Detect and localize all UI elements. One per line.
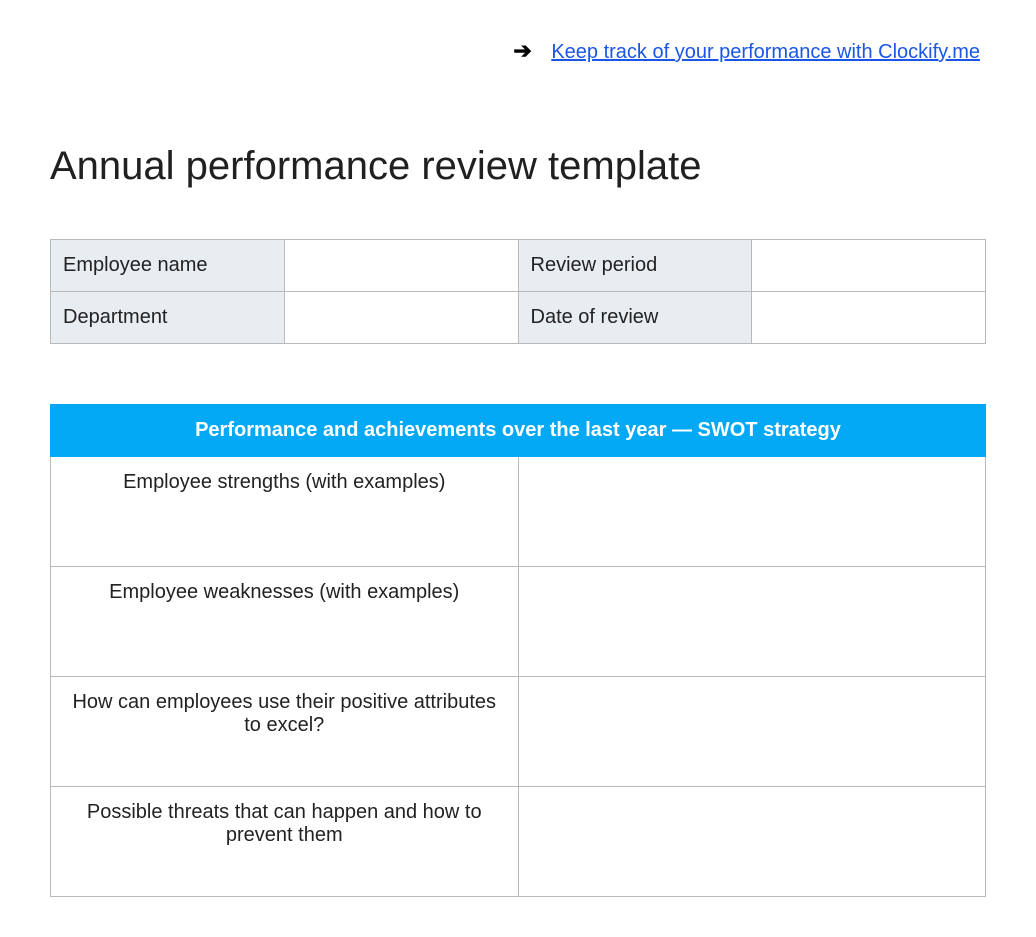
table-row: Department Date of review: [51, 292, 986, 344]
employee-name-value[interactable]: [284, 240, 518, 292]
table-row: Possible threats that can happen and how…: [51, 787, 986, 897]
page-title: Annual performance review template: [50, 144, 986, 189]
table-row: Employee name Review period: [51, 240, 986, 292]
header-link-row: ➔ Keep track of your performance with Cl…: [50, 38, 986, 64]
department-label: Department: [51, 292, 285, 344]
table-row: Employee strengths (with examples): [51, 457, 986, 567]
swot-opportunities-answer[interactable]: [518, 677, 986, 787]
document-page: ➔ Keep track of your performance with Cl…: [0, 0, 1036, 937]
swot-opportunities-prompt: How can employees use their positive att…: [51, 677, 519, 787]
employee-info-table: Employee name Review period Department D…: [50, 239, 986, 344]
review-period-value[interactable]: [752, 240, 986, 292]
arrow-right-icon: ➔: [513, 38, 531, 63]
swot-strengths-answer[interactable]: [518, 457, 986, 567]
swot-weaknesses-prompt: Employee weaknesses (with examples): [51, 567, 519, 677]
swot-table: Performance and achievements over the la…: [50, 404, 986, 897]
clockify-link[interactable]: Keep track of your performance with Cloc…: [551, 41, 980, 63]
table-row: Employee weaknesses (with examples): [51, 567, 986, 677]
swot-strengths-prompt: Employee strengths (with examples): [51, 457, 519, 567]
table-row: How can employees use their positive att…: [51, 677, 986, 787]
swot-threats-prompt: Possible threats that can happen and how…: [51, 787, 519, 897]
employee-name-label: Employee name: [51, 240, 285, 292]
swot-threats-answer[interactable]: [518, 787, 986, 897]
date-of-review-value[interactable]: [752, 292, 986, 344]
department-value[interactable]: [284, 292, 518, 344]
review-period-label: Review period: [518, 240, 752, 292]
swot-weaknesses-answer[interactable]: [518, 567, 986, 677]
swot-header-row: Performance and achievements over the la…: [51, 405, 986, 457]
swot-header-cell: Performance and achievements over the la…: [51, 405, 986, 457]
date-of-review-label: Date of review: [518, 292, 752, 344]
